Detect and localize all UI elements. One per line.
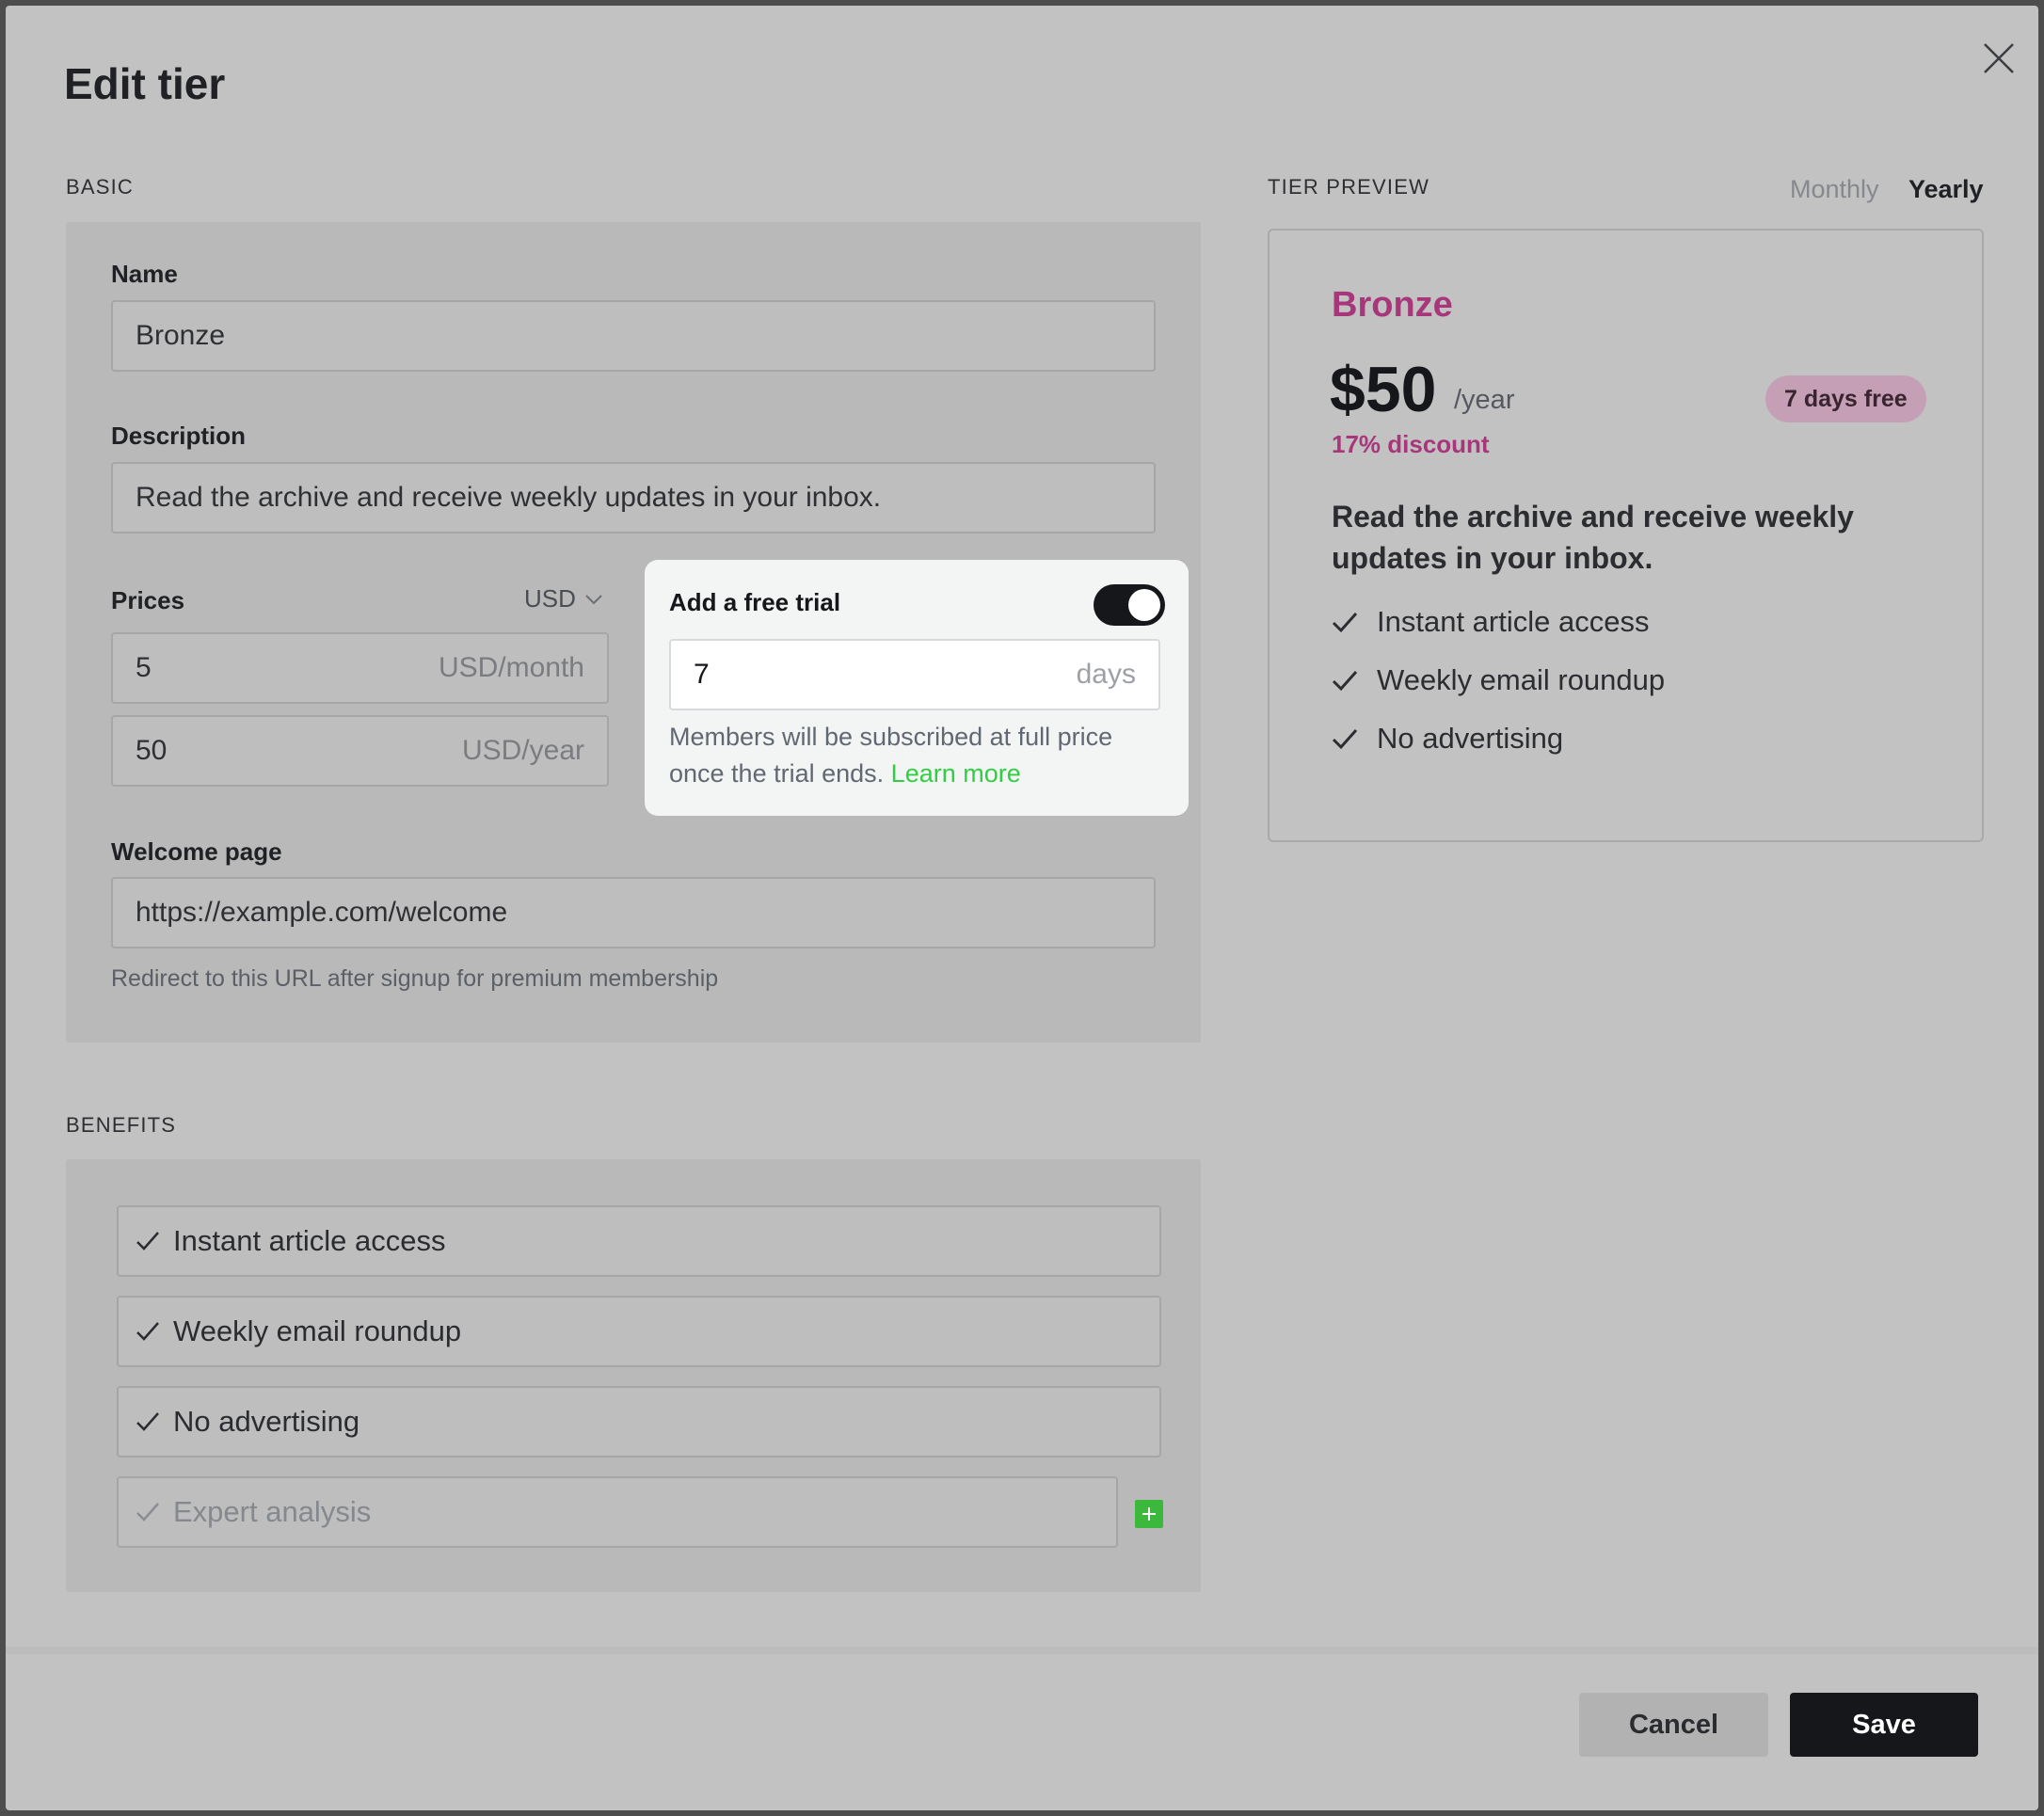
benefit-label: Instant article access <box>173 1224 446 1257</box>
preview-section-label: TIER PREVIEW <box>1268 175 1430 199</box>
preview-tab-yearly[interactable]: Yearly <box>1908 175 1984 204</box>
add-benefit-button[interactable] <box>1135 1500 1163 1528</box>
free-trial-popover: Add a free trial 7 days Members will be … <box>645 560 1189 816</box>
welcome-page-label: Welcome page <box>111 837 282 866</box>
new-benefit-input[interactable]: Expert analysis <box>117 1476 1118 1548</box>
toggle-knob <box>1128 589 1160 621</box>
trial-days-value: 7 <box>694 659 710 690</box>
welcome-page-value: https://example.com/welcome <box>136 897 508 928</box>
yearly-price-input[interactable]: 50 USD/year <box>111 715 609 787</box>
check-icon <box>136 1322 159 1341</box>
yearly-price-value: 50 <box>136 735 168 766</box>
learn-more-link[interactable]: Learn more <box>891 759 1021 788</box>
preview-tab-monthly[interactable]: Monthly <box>1790 175 1879 204</box>
description-label: Description <box>111 422 247 450</box>
basic-section-label: BASIC <box>66 175 135 199</box>
name-label: Name <box>111 260 178 288</box>
check-icon <box>1332 729 1358 750</box>
preview-price: $50 <box>1330 354 1437 425</box>
prices-label: Prices <box>111 586 185 614</box>
trial-days-suffix: days <box>1076 659 1136 690</box>
preview-benefit-label: Weekly email roundup <box>1377 663 1666 696</box>
preview-benefit-item: No advertising <box>1332 722 1563 756</box>
close-icon <box>1984 43 2014 73</box>
check-icon <box>1332 671 1358 692</box>
trial-days-input[interactable]: 7 days <box>669 639 1160 710</box>
benefit-item[interactable]: Weekly email roundup <box>117 1296 1161 1367</box>
name-input-value: Bronze <box>136 320 226 351</box>
monthly-price-value: 5 <box>136 652 152 683</box>
free-trial-label: Add a free trial <box>669 588 841 616</box>
footer-divider <box>6 1647 2038 1654</box>
welcome-page-hint: Redirect to this URL after signup for pr… <box>111 965 719 992</box>
preview-discount: 17% discount <box>1332 430 1490 458</box>
plus-icon <box>1142 1507 1156 1521</box>
preview-tier-name: Bronze <box>1332 285 1453 325</box>
preview-benefit-item: Instant article access <box>1332 605 1649 639</box>
currency-value: USD <box>524 584 576 613</box>
trial-badge: 7 days free <box>1765 375 1926 422</box>
benefit-item[interactable]: No advertising <box>117 1386 1161 1458</box>
description-input[interactable]: Read the archive and receive weekly upda… <box>111 462 1156 534</box>
chevron-down-icon <box>585 594 602 604</box>
name-input[interactable]: Bronze <box>111 300 1156 372</box>
free-trial-toggle[interactable] <box>1094 584 1165 626</box>
check-icon <box>1332 613 1358 633</box>
benefit-label: No advertising <box>173 1405 360 1438</box>
close-button[interactable] <box>1976 36 2021 81</box>
check-icon <box>136 1503 159 1521</box>
monthly-price-input[interactable]: 5 USD/month <box>111 632 609 704</box>
benefit-label: Weekly email roundup <box>173 1314 462 1347</box>
preview-benefit-label: No advertising <box>1377 722 1564 755</box>
tier-preview-card: Bronze $50 /year 7 days free 17% discoun… <box>1268 229 1984 842</box>
monthly-price-suffix: USD/month <box>438 652 584 683</box>
save-button[interactable]: Save <box>1790 1693 1978 1757</box>
yearly-price-suffix: USD/year <box>461 735 584 766</box>
edit-tier-modal: Edit tier BASIC Name Bronze Description … <box>6 6 2038 1810</box>
preview-benefit-item: Weekly email roundup <box>1332 663 1665 697</box>
currency-select[interactable]: USD <box>524 584 604 613</box>
welcome-page-input[interactable]: https://example.com/welcome <box>111 877 1156 948</box>
trial-note: Members will be subscribed at full price… <box>669 719 1168 792</box>
benefits-section-label: BENEFITS <box>66 1113 177 1137</box>
modal-title: Edit tier <box>64 59 226 108</box>
preview-benefit-label: Instant article access <box>1377 605 1650 638</box>
check-icon <box>136 1412 159 1431</box>
preview-description: Read the archive and receive weekly upda… <box>1332 500 1854 575</box>
benefit-item[interactable]: Instant article access <box>117 1205 1161 1277</box>
description-input-value: Read the archive and receive weekly upda… <box>136 482 882 513</box>
check-icon <box>136 1232 159 1250</box>
cancel-button[interactable]: Cancel <box>1579 1693 1768 1757</box>
preview-period: /year <box>1454 385 1515 415</box>
new-benefit-placeholder: Expert analysis <box>173 1495 372 1528</box>
